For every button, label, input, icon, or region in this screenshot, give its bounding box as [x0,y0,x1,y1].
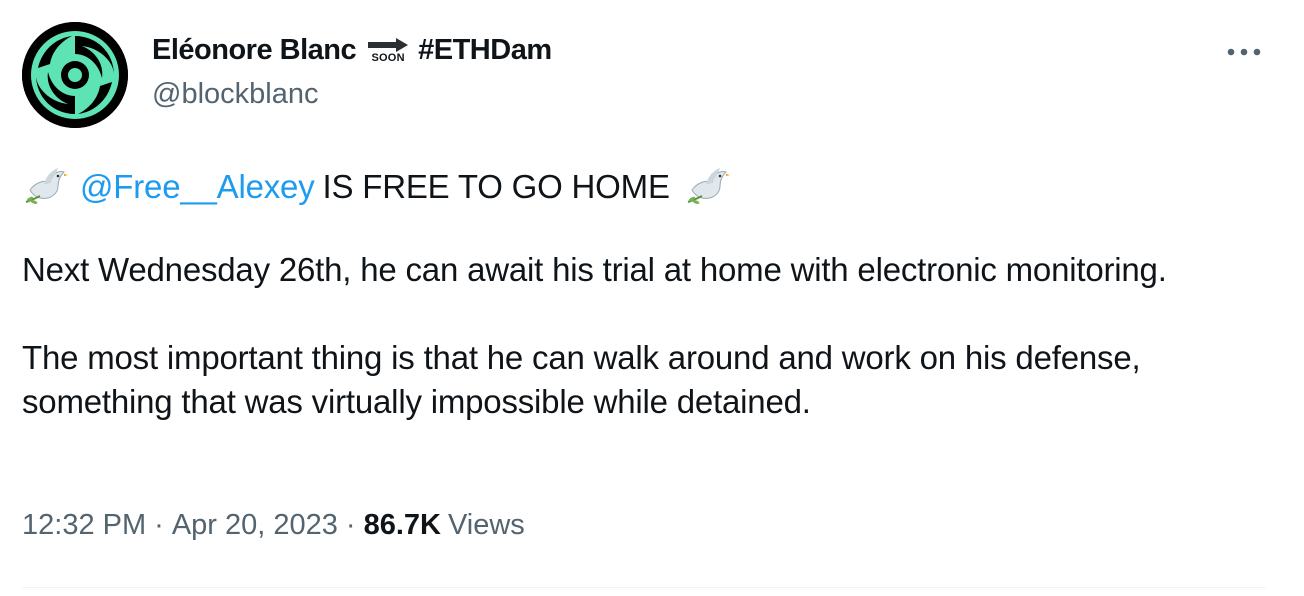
views-count: 86.7K [363,509,441,541]
author-display-name[interactable]: Eléonore Blanc [152,34,357,67]
more-options-button[interactable] [1224,38,1264,66]
tweet-headline: @Free__Alexey IS FREE TO GO HOME [22,163,1272,211]
meta-separator: · [345,509,356,541]
author-name-row[interactable]: Eléonore Blanc SOON #ETHDam [152,30,552,70]
soon-arrow-icon [368,38,409,52]
avatar-swirl-logo [22,22,128,128]
more-horizontal-icon [1227,48,1261,56]
views-label: Views [447,509,525,541]
avatar[interactable] [22,22,128,128]
tweet-paragraph-2: The most important thing is that he can … [22,339,1141,420]
tweet-paragraph-1: Next Wednesday 26th, he can await his tr… [22,251,1167,288]
author-name-hashtag: #ETHDam [418,33,552,66]
headline-text: IS FREE TO GO HOME [322,168,670,205]
meta-separator: · [154,509,164,541]
tweet-time[interactable]: 12:32 PM [22,509,146,542]
tweet-meta: 12:32 PM · Apr 20, 2023 · 86.7K Views [22,509,525,542]
mention-link[interactable]: @Free__Alexey [80,165,315,209]
soon-label: SOON [371,52,405,64]
tweet-text: @Free__Alexey IS FREE TO GO HOME Next We… [22,163,1272,424]
tweet-date[interactable]: Apr 20, 2023 [172,509,338,542]
soon-arrow-emoji: SOON [368,38,409,64]
dove-icon [687,168,730,204]
dove-icon [25,168,68,204]
divider [22,587,1266,588]
author-handle[interactable]: @blockblanc [152,78,318,111]
